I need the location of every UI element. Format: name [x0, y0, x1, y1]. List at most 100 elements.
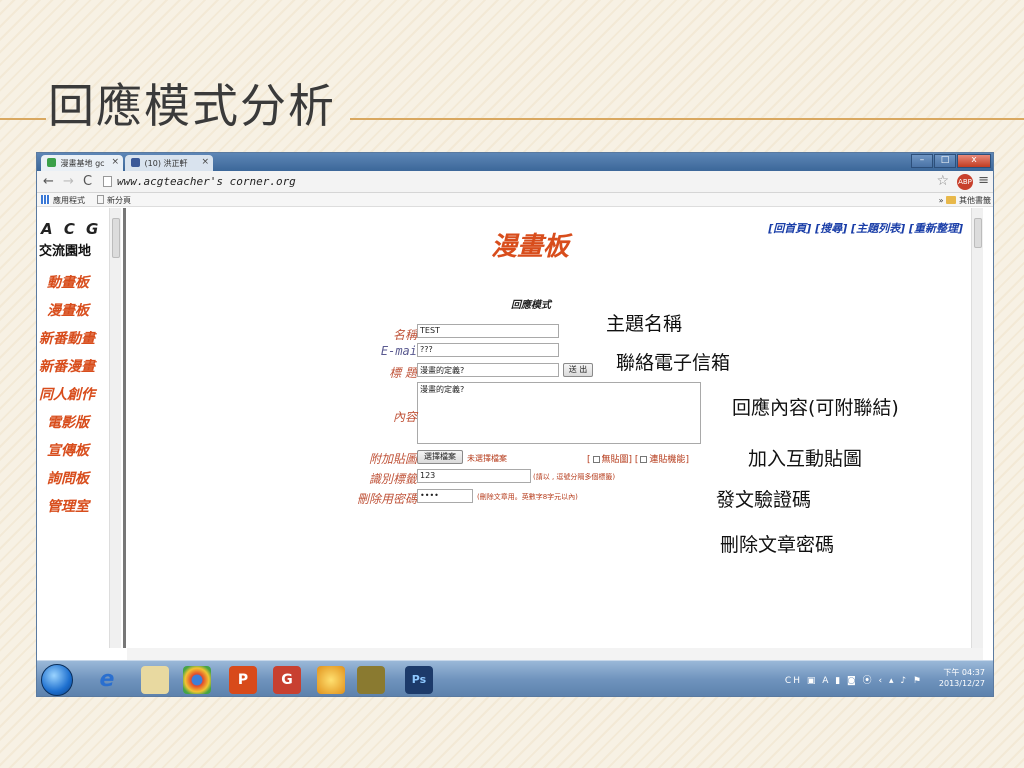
back-arrow-icon[interactable]: ←: [43, 174, 54, 189]
newtab-bookmark[interactable]: 新分頁: [97, 195, 131, 206]
url-input[interactable]: www.acgteacher's corner.org: [117, 175, 296, 188]
app-icon-2[interactable]: [317, 666, 345, 694]
mode-title: 回應模式: [511, 300, 551, 311]
password-hint: (刪除文章用。英數字8字元以內): [477, 493, 578, 501]
nav-link-promo[interactable]: 宣傳板: [47, 440, 89, 460]
no-image-checkbox[interactable]: [592, 456, 600, 463]
nav-link-questions[interactable]: 詢問板: [47, 468, 89, 488]
apps-label: 應用程式: [53, 196, 85, 205]
name-field[interactable]: TEST: [417, 324, 559, 338]
file-status: 未選擇檔案: [467, 454, 507, 463]
tag-hint: (請以 , 逗號分隔多個標籤): [533, 473, 616, 481]
facebook-favicon-icon: [131, 158, 140, 167]
clock-time: 下午 04:37: [943, 668, 985, 677]
bookmarks-bar: 應用程式 新分頁 » 其他書籤: [37, 193, 993, 207]
close-tab-icon[interactable]: ×: [111, 157, 119, 167]
main-scrollbar[interactable]: [971, 208, 983, 648]
nav-link-manga[interactable]: 漫畫板: [47, 300, 89, 320]
link-label: 連貼機能: [649, 455, 686, 465]
file-explorer-icon[interactable]: [141, 666, 169, 694]
email-field[interactable]: ???: [417, 343, 559, 357]
window-controls: – □ x: [911, 154, 991, 168]
address-bar: ← → C www.acgteacher's corner.org ☆ ABP …: [37, 171, 993, 193]
annotation-content: 回應內容(可附聯結): [732, 397, 899, 419]
annotation-tag: 發文驗證碼: [716, 489, 812, 511]
nav-link-new-anime[interactable]: 新番動畫: [39, 328, 95, 348]
choose-file-button[interactable]: 選擇檔案: [417, 450, 463, 464]
nav-link-new-manga[interactable]: 新番漫畫: [39, 356, 95, 376]
clock[interactable]: 下午 04:37 2013/12/27: [939, 667, 985, 689]
app-icon[interactable]: G: [273, 666, 301, 694]
link-checkbox[interactable]: [640, 456, 648, 463]
close-tab-icon[interactable]: ×: [201, 157, 209, 167]
password-field[interactable]: ••••: [417, 489, 473, 503]
title-rule: [350, 118, 1024, 120]
tab-acg[interactable]: 漫畫基地 gc ×: [41, 155, 123, 171]
annotation-subject: 主題名稱: [606, 313, 683, 335]
start-button[interactable]: [41, 664, 73, 696]
subject-field[interactable]: 漫畫的定義?: [417, 363, 559, 377]
frame-divider[interactable]: [123, 208, 126, 648]
annotation-image: 加入互動貼圖: [748, 448, 863, 470]
email-label: E-mai: [380, 344, 417, 358]
scroll-thumb[interactable]: [112, 218, 120, 258]
site-logo: A C G: [41, 220, 102, 238]
attach-label: 附加貼圖: [368, 452, 417, 466]
left-nav-frame: A C G 交流園地 動畫板 漫畫板 新番動畫 新番漫畫 同人創作 電影版 宣傳…: [37, 208, 127, 648]
chrome-icon[interactable]: [183, 666, 211, 694]
language-indicator[interactable]: CH: [785, 676, 802, 686]
powerpoint-icon[interactable]: P: [229, 666, 257, 694]
app-icon-3[interactable]: [357, 666, 385, 694]
nav-link-animation[interactable]: 動畫板: [47, 272, 89, 292]
newtab-label: 新分頁: [107, 196, 131, 205]
top-nav-links[interactable]: [回首頁] [搜尋] [主題列表] [重新整理]: [768, 220, 963, 236]
main-frame: [回首頁] [搜尋] [主題列表] [重新整理] 漫畫板 回應模式 名稱 TES…: [127, 208, 983, 648]
bookmark-star-icon[interactable]: ☆: [936, 173, 949, 189]
tab-label: 漫畫基地 gc: [60, 159, 105, 168]
clock-date: 2013/12/27: [938, 679, 985, 688]
apps-bookmark[interactable]: 應用程式: [41, 195, 85, 206]
name-label: 名稱: [392, 328, 417, 342]
system-tray-icons[interactable]: CH ▣ A ▮ ◙ ⦿ ‹ ▴ ♪ ⚑: [785, 673, 923, 686]
no-image-label: 無貼圖: [601, 455, 629, 465]
content-label: 內容: [392, 410, 417, 424]
subject-label: 標 題: [389, 366, 417, 380]
nav-link-doujin[interactable]: 同人創作: [39, 384, 95, 404]
horizontal-scrollbar[interactable]: [127, 648, 983, 660]
photoshop-icon[interactable]: Ps: [405, 666, 433, 694]
board-title: 漫畫板: [491, 232, 570, 262]
page-icon: [97, 195, 104, 204]
title-rule-left: [0, 118, 46, 120]
tag-field[interactable]: 123: [417, 469, 531, 483]
slide-title: 回應模式分析: [48, 79, 336, 133]
left-scrollbar[interactable]: [109, 208, 121, 648]
reload-icon[interactable]: C: [83, 174, 92, 189]
other-bookmarks-label: 其他書籤: [959, 196, 991, 205]
site-favicon-icon: [47, 158, 56, 167]
tab-strip: 漫畫基地 gc × (10) 洪正軒 × – □ x: [37, 153, 993, 171]
tab-facebook[interactable]: (10) 洪正軒 ×: [125, 155, 213, 171]
scroll-thumb[interactable]: [974, 218, 982, 248]
annotation-email: 聯絡電子信箱: [616, 352, 731, 374]
other-bookmarks[interactable]: » 其他書籤: [939, 195, 991, 206]
windows-taskbar: e P G Ps CH ▣ A ▮ ◙ ⦿ ‹ ▴ ♪ ⚑ 下午 04:37 20…: [37, 660, 993, 696]
folder-icon: [946, 196, 956, 204]
site-logo-subtitle: 交流園地: [39, 244, 92, 259]
tab-label: (10) 洪正軒: [144, 159, 188, 168]
close-window-button[interactable]: x: [957, 154, 991, 168]
extension-icon[interactable]: ABP: [957, 174, 973, 190]
submit-button[interactable]: 送 出: [563, 363, 593, 377]
apps-grid-icon: [41, 195, 50, 204]
ie-icon[interactable]: e: [93, 666, 121, 694]
forward-arrow-icon[interactable]: →: [63, 174, 74, 189]
browser-screenshot: 漫畫基地 gc × (10) 洪正軒 × – □ x ← → C www.acg…: [36, 152, 994, 697]
menu-icon[interactable]: ≡: [978, 173, 989, 188]
annotation-password: 刪除文章密碼: [720, 534, 835, 556]
image-options: [無貼圖] [連貼機能]: [587, 455, 689, 465]
minimize-button[interactable]: –: [911, 154, 933, 168]
maximize-button[interactable]: □: [934, 154, 956, 168]
content-textarea[interactable]: 漫畫的定義?: [417, 382, 701, 444]
nav-link-movie[interactable]: 電影版: [47, 412, 89, 432]
password-label: 刪除用密碼: [356, 492, 417, 506]
nav-link-admin[interactable]: 管理室: [47, 496, 89, 516]
